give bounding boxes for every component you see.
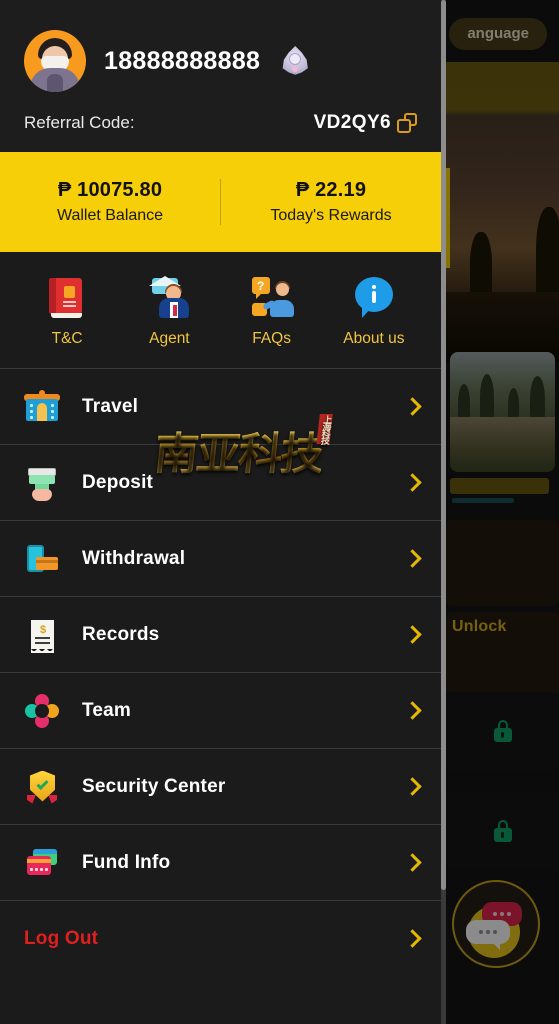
book-icon bbox=[44, 274, 90, 320]
todays-rewards-cell[interactable]: ₱ 22.19 Today's Rewards bbox=[221, 179, 441, 225]
quick-action-about-us[interactable]: About us bbox=[323, 274, 425, 348]
copy-icon[interactable] bbox=[397, 113, 417, 133]
scrollbar-thumb[interactable] bbox=[441, 0, 446, 890]
referral-value-group[interactable]: VD2QY6 bbox=[314, 112, 417, 134]
account-header: 18888888888 Referral Code: VD2QY6 bbox=[0, 0, 441, 152]
menu-list: Travel Deposit Withdrawal $ Records Team… bbox=[0, 368, 441, 976]
wallet-balance-cell[interactable]: ₱ 10075.80 Wallet Balance bbox=[0, 179, 220, 225]
referral-row: Referral Code: VD2QY6 bbox=[24, 112, 417, 134]
menu-item-security-center[interactable]: Security Center bbox=[0, 748, 441, 824]
quick-action-agent[interactable]: Agent bbox=[118, 274, 220, 348]
todays-rewards-amount: ₱ 22.19 bbox=[295, 179, 367, 201]
chevron-right-icon bbox=[403, 473, 422, 492]
quick-actions-row: T&C Agent ? FAQs About us bbox=[0, 252, 441, 368]
receipt-icon: $ bbox=[24, 617, 60, 653]
quick-action-tc[interactable]: T&C bbox=[16, 274, 118, 348]
quick-action-label: FAQs bbox=[252, 330, 291, 347]
shield-icon bbox=[24, 769, 60, 805]
chevron-right-icon bbox=[403, 549, 422, 568]
wallet-balance-amount: ₱ 10075.80 bbox=[57, 179, 163, 201]
chevron-right-icon bbox=[403, 853, 422, 872]
menu-item-log-out[interactable]: Log Out bbox=[0, 900, 441, 976]
chevron-right-icon bbox=[403, 397, 422, 416]
menu-item-label: Team bbox=[82, 699, 132, 721]
drawer-scrollbar[interactable] bbox=[441, 0, 446, 1024]
todays-rewards-label: Today's Rewards bbox=[270, 207, 392, 224]
chevron-right-icon bbox=[403, 777, 422, 796]
vip-crown-badge bbox=[280, 46, 310, 76]
chevron-right-icon bbox=[403, 625, 422, 644]
balance-bar: ₱ 10075.80 Wallet Balance ₱ 22.19 Today'… bbox=[0, 152, 441, 252]
account-identity-row[interactable]: 18888888888 bbox=[24, 30, 417, 92]
quick-action-label: Agent bbox=[149, 330, 190, 347]
menu-item-label: Fund Info bbox=[82, 851, 171, 873]
temple-icon bbox=[24, 389, 60, 425]
menu-item-fund-info[interactable]: Fund Info bbox=[0, 824, 441, 900]
avatar[interactable] bbox=[24, 30, 86, 92]
info-icon bbox=[351, 274, 397, 320]
menu-item-deposit[interactable]: Deposit bbox=[0, 444, 441, 520]
menu-item-label: Withdrawal bbox=[82, 547, 186, 569]
deposit-icon bbox=[24, 465, 60, 501]
menu-item-label: Log Out bbox=[24, 927, 99, 949]
chevron-right-icon bbox=[403, 929, 422, 948]
cards-icon bbox=[24, 845, 60, 881]
chevron-right-icon bbox=[403, 701, 422, 720]
account-drawer: 18888888888 Referral Code: VD2QY6 ₱ 1007… bbox=[0, 0, 441, 1024]
faq-icon: ? bbox=[249, 274, 295, 320]
referral-label: Referral Code: bbox=[24, 113, 135, 132]
menu-item-label: Security Center bbox=[82, 775, 226, 797]
menu-item-records[interactable]: $ Records bbox=[0, 596, 441, 672]
menu-item-label: Deposit bbox=[82, 471, 154, 493]
wallet-balance-label: Wallet Balance bbox=[56, 207, 164, 224]
withdraw-icon bbox=[24, 541, 60, 577]
quick-action-label: T&C bbox=[51, 330, 83, 347]
app-root: anguage Unlock 18888888888 Referral Code… bbox=[0, 0, 559, 1024]
quick-action-faqs[interactable]: ? FAQs bbox=[221, 274, 323, 348]
menu-item-label: Travel bbox=[82, 395, 139, 417]
menu-item-travel[interactable]: Travel bbox=[0, 368, 441, 444]
team-icon bbox=[22, 690, 62, 731]
agent-icon bbox=[146, 274, 192, 320]
menu-item-team[interactable]: Team bbox=[0, 672, 441, 748]
menu-item-withdrawal[interactable]: Withdrawal bbox=[0, 520, 441, 596]
menu-item-label: Records bbox=[82, 623, 160, 645]
quick-action-label: About us bbox=[343, 330, 405, 347]
referral-code: VD2QY6 bbox=[313, 112, 391, 133]
account-phone: 18888888888 bbox=[104, 46, 261, 75]
